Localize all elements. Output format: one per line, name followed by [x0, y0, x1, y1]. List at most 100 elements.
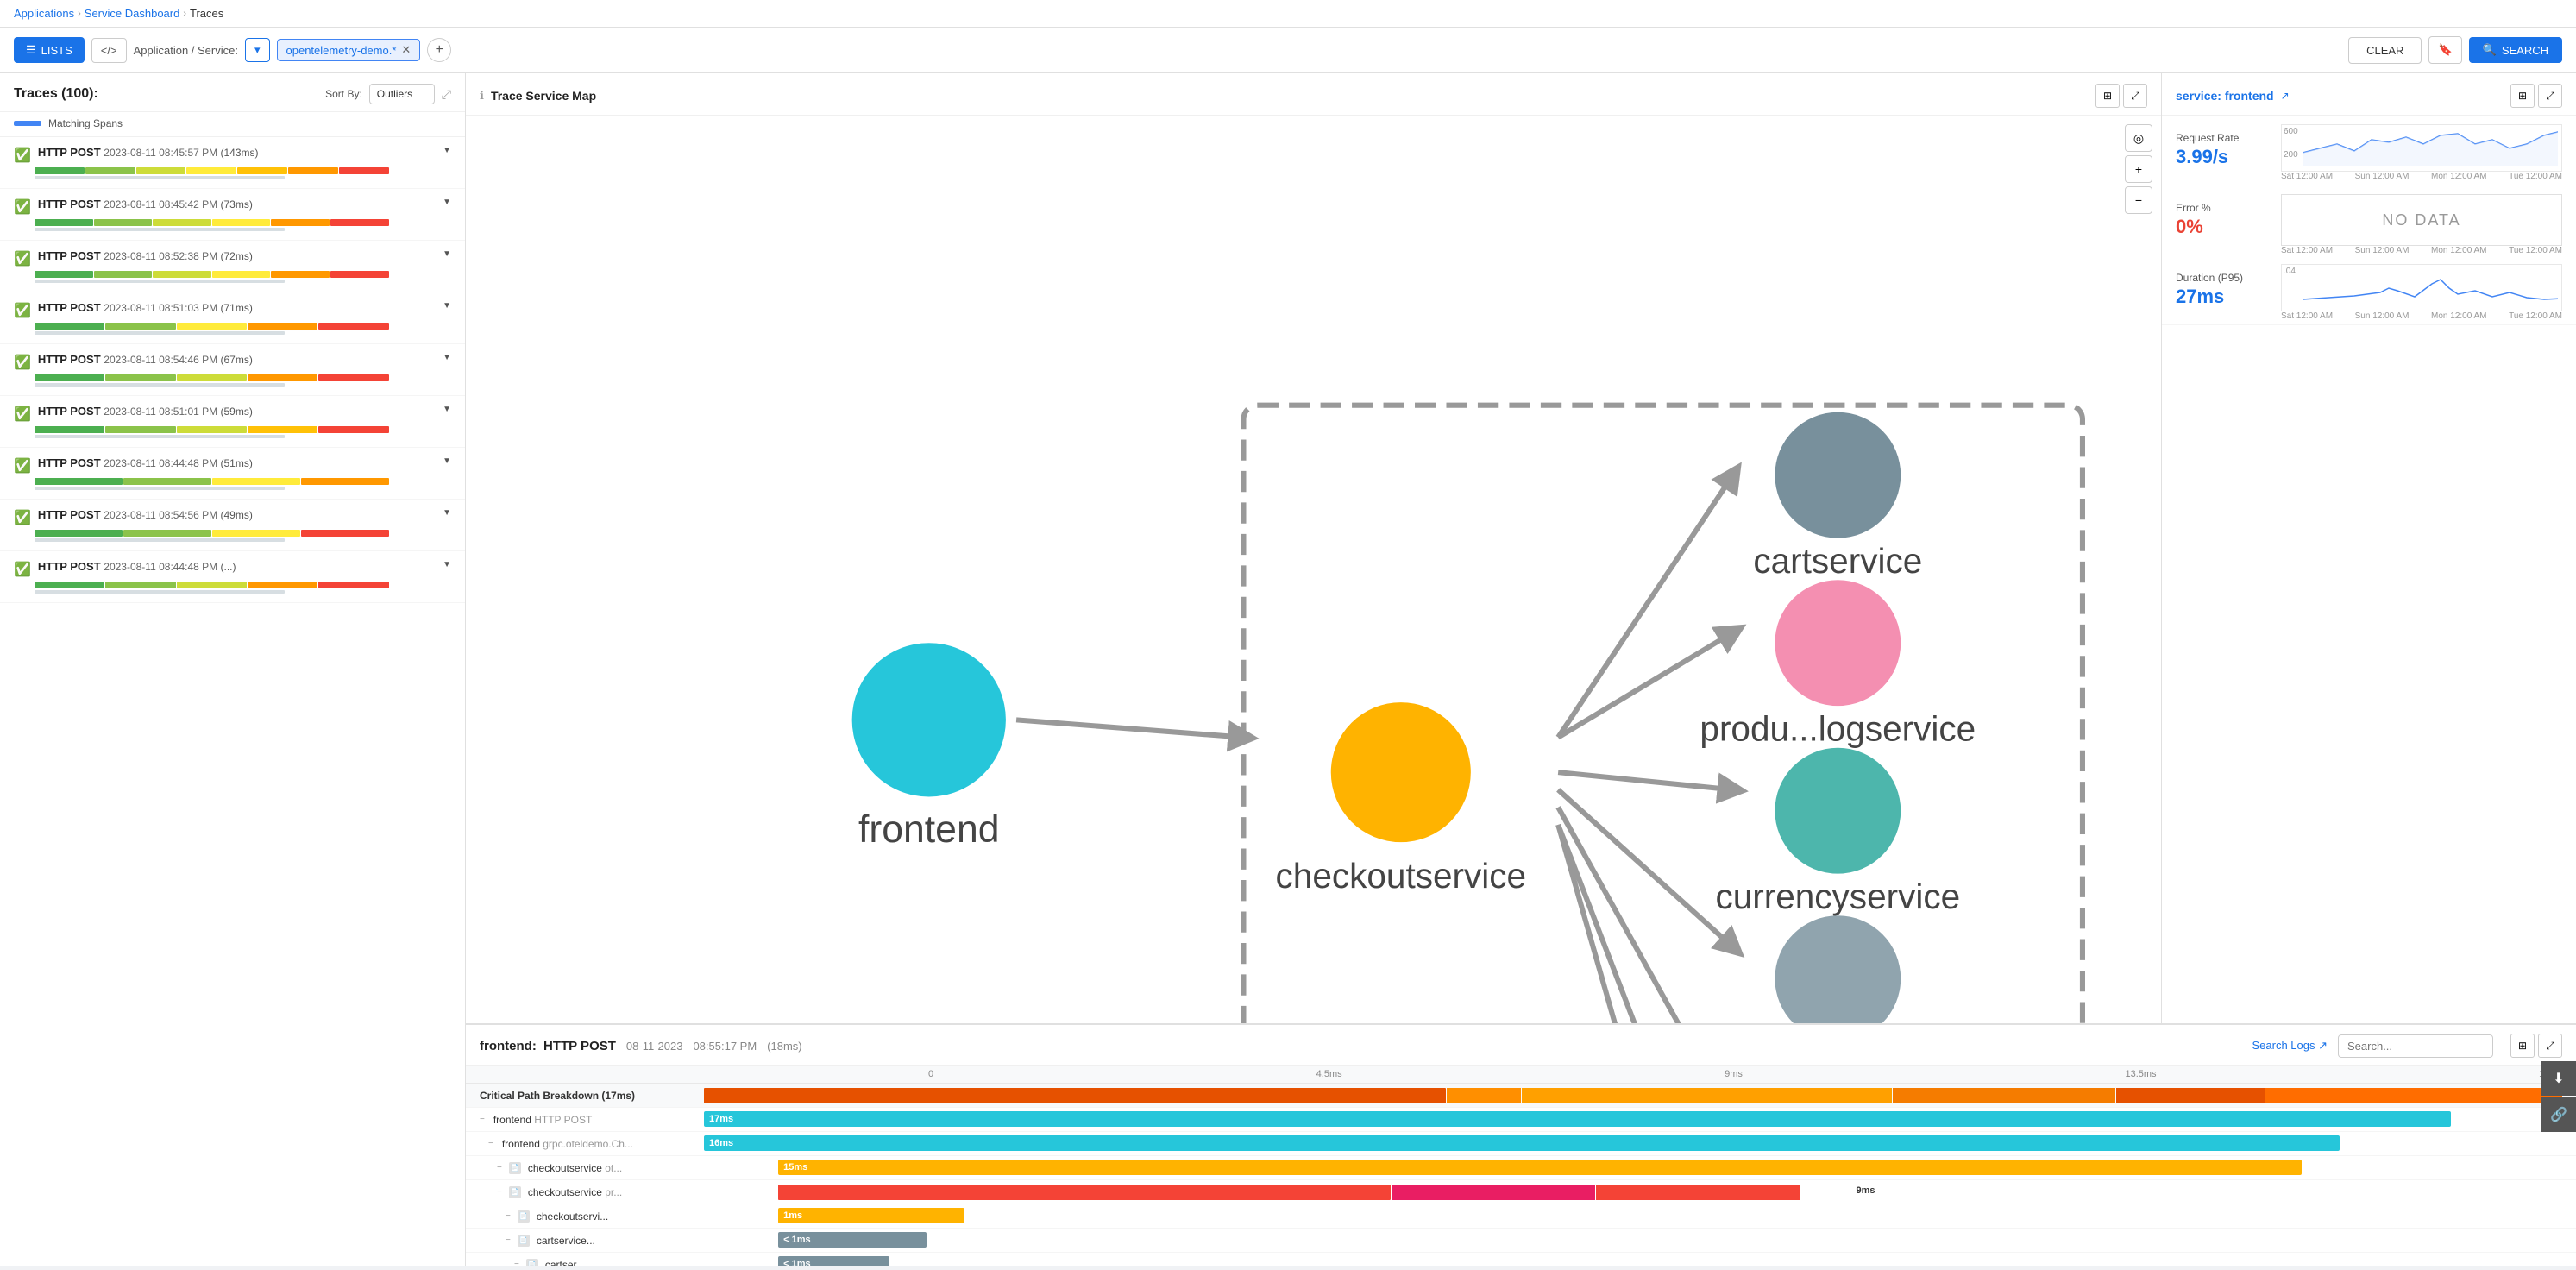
trace-info: HTTP POST 2023-08-11 08:54:56 PM (49ms): [38, 508, 436, 521]
trace-method: HTTP POST: [38, 146, 101, 159]
detail-popout-btn[interactable]: ⊞: [2510, 1034, 2535, 1058]
trace-time: 2023-08-11 08:45:42 PM (73ms): [104, 198, 253, 211]
trace-time: 2023-08-11 08:44:48 PM (...): [104, 561, 236, 573]
metric-info-request-rate: Request Rate 3.99/s: [2176, 132, 2271, 168]
metric-label-error: Error %: [2176, 202, 2271, 214]
trace-item[interactable]: ✅ HTTP POST 2023-08-11 08:51:01 PM (59ms…: [0, 396, 465, 448]
metric-row-duration: Duration (P95) 27ms .04: [2162, 255, 2576, 325]
label-frontend-post: − frontend HTTP POST: [480, 1114, 704, 1126]
trace-row-frontend-post[interactable]: − frontend HTTP POST 17ms: [466, 1108, 2576, 1132]
label-checkout-ot: − 📄 checkoutservice ot...: [480, 1162, 704, 1174]
trace-info: HTTP POST 2023-08-11 08:51:01 PM (59ms): [38, 405, 436, 418]
code-button[interactable]: </>: [91, 38, 127, 63]
timeline-13.5: 13.5ms: [2125, 1069, 2156, 1079]
trace-item[interactable]: ✅ HTTP POST 2023-08-11 08:45:42 PM (73ms…: [0, 189, 465, 241]
search-button[interactable]: 🔍 SEARCH: [2469, 37, 2562, 63]
filter-label: Application / Service:: [134, 44, 238, 57]
triangle-marker: ▼: [443, 456, 451, 466]
trace-item[interactable]: ✅ HTTP POST 2023-08-11 08:44:48 PM (...)…: [0, 551, 465, 603]
label-checkout-pr: − 📄 checkoutservice pr...: [480, 1186, 704, 1198]
map-zoom-in-btn[interactable]: +: [2125, 155, 2152, 183]
metric-info-duration: Duration (P95) 27ms: [2176, 272, 2271, 308]
map-zoom-out-btn[interactable]: −: [2125, 186, 2152, 214]
filter-value-chip[interactable]: opentelemetry-demo.* ✕: [277, 39, 421, 61]
bars-row: [35, 530, 389, 537]
svg-text:produ...logservice: produ...logservice: [1700, 709, 1976, 749]
trace-row-cartservice[interactable]: − 📄 cartservice... < 1ms: [466, 1229, 2576, 1253]
filter-close-icon[interactable]: ✕: [401, 43, 411, 57]
chart-axis-error: Sat 12:00 AM Sun 12:00 AM Mon 12:00 AM T…: [2281, 246, 2562, 255]
trace-method: HTTP POST: [38, 301, 101, 314]
bars-row: [35, 323, 389, 330]
external-link-icon[interactable]: ↗: [2281, 90, 2290, 102]
trace-row-critical[interactable]: Critical Path Breakdown (17ms): [466, 1084, 2576, 1108]
map-target-btn[interactable]: ◎: [2125, 124, 2152, 152]
trace-item[interactable]: ✅ HTTP POST 2023-08-11 08:54:46 PM (67ms…: [0, 344, 465, 396]
trace-row-frontend-grpc[interactable]: − frontend grpc.oteldemo.Ch... 16ms: [466, 1132, 2576, 1156]
trace-row-checkoutservi[interactable]: − 📄 checkoutservi... 1ms: [466, 1204, 2576, 1229]
sub-bar: [35, 331, 285, 335]
trace-map-svg: frontend checkoutservice cartservice pro…: [474, 124, 2152, 1023]
bar-cartservice: < 1ms: [704, 1232, 2562, 1249]
filter-dropdown[interactable]: ▾: [245, 38, 270, 62]
check-icon: ✅: [14, 509, 31, 526]
breadcrumb-current: Traces: [190, 7, 223, 20]
trace-info: HTTP POST 2023-08-11 08:45:42 PM (73ms): [38, 198, 436, 211]
breadcrumb: Applications › Service Dashboard › Trace…: [0, 0, 2576, 28]
clear-button[interactable]: CLEAR: [2348, 37, 2422, 64]
add-filter-button[interactable]: +: [427, 38, 451, 62]
detail-expand-btn[interactable]: ⤢: [2538, 1034, 2562, 1058]
map-icon-btn-1[interactable]: ⊞: [2095, 84, 2120, 108]
cart-icon-2: 📄: [526, 1259, 538, 1267]
check-icon: ✅: [14, 406, 31, 423]
sub-bar: [35, 280, 285, 283]
svg-text:checkoutservice: checkoutservice: [1276, 856, 1527, 896]
trace-row-checkout-pr[interactable]: − 📄 checkoutservice pr... 9ms: [466, 1180, 2576, 1204]
trace-row-cartser[interactable]: − 📄 cartser... < 1ms: [466, 1253, 2576, 1266]
map-expand-btn[interactable]: ⤢: [2123, 84, 2147, 108]
info-icon: ℹ: [480, 89, 484, 103]
right-panel: ℹ Trace Service Map ⊞ ⤢ ◎ + −: [466, 73, 2576, 1266]
bars-row: [35, 219, 389, 226]
lists-button[interactable]: ☰ LISTS: [14, 37, 85, 63]
fill-cartser: < 1ms: [778, 1256, 889, 1267]
triangle-marker: ▼: [443, 560, 451, 569]
trace-item[interactable]: ✅ HTTP POST 2023-08-11 08:52:38 PM (72ms…: [0, 241, 465, 292]
trace-item[interactable]: ✅ HTTP POST 2023-08-11 08:51:03 PM (71ms…: [0, 292, 465, 344]
metric-value-duration: 27ms: [2176, 286, 2271, 308]
triangle-marker: ▼: [443, 146, 451, 155]
breadcrumb-service-dashboard[interactable]: Service Dashboard: [85, 7, 180, 20]
trace-info: HTTP POST 2023-08-11 08:51:03 PM (71ms): [38, 301, 436, 314]
bookmark-button[interactable]: 🔖: [2428, 36, 2461, 64]
bars-row: [35, 582, 389, 588]
bars-row: [35, 167, 389, 174]
sparkline-request-rate: [2303, 127, 2558, 166]
label-checkoutservi: − 📄 checkoutservi...: [480, 1210, 704, 1223]
trace-item[interactable]: ✅ HTTP POST 2023-08-11 08:44:48 PM (51ms…: [0, 448, 465, 500]
trace-search-input[interactable]: [2338, 1034, 2493, 1058]
trace-row-checkout-ot[interactable]: − 📄 checkoutservice ot... 15ms: [466, 1156, 2576, 1180]
map-svg-container: ◎ + −: [466, 116, 2161, 1023]
trace-bars: [35, 426, 451, 438]
download-btn[interactable]: ⬇: [2541, 1061, 2576, 1096]
trace-item[interactable]: ✅ HTTP POST 2023-08-11 08:54:56 PM (49ms…: [0, 500, 465, 551]
search-logs-button[interactable]: Search Logs ↗: [2252, 1039, 2328, 1053]
trace-item[interactable]: ✅ HTTP POST 2023-08-11 08:45:57 PM (143m…: [0, 137, 465, 189]
fill-frontend-grpc: 16ms: [704, 1135, 2340, 1151]
traces-list: ✅ HTTP POST 2023-08-11 08:45:57 PM (143m…: [0, 137, 465, 1266]
service-popout-btn[interactable]: ⊞: [2510, 84, 2535, 108]
svg-text:frontend: frontend: [858, 808, 1000, 851]
triangle-marker: ▼: [443, 405, 451, 414]
trace-bars: [35, 582, 451, 594]
link-btn[interactable]: 🔗: [2541, 1097, 2576, 1132]
trace-time: 2023-08-11 08:52:38 PM (72ms): [104, 250, 253, 262]
sort-select[interactable]: Outliers Newest Duration: [369, 84, 435, 104]
breadcrumb-applications[interactable]: Applications: [14, 7, 74, 20]
trace-method: HTTP POST: [38, 249, 101, 262]
service-expand-btn[interactable]: ⤢: [2538, 84, 2562, 108]
expand-icon[interactable]: ⤢: [442, 87, 451, 102]
check-icon: ✅: [14, 561, 31, 578]
trace-map-panel: ℹ Trace Service Map ⊞ ⤢ ◎ + −: [466, 73, 2162, 1023]
trace-bars: [35, 167, 451, 179]
trace-method: HTTP POST: [38, 508, 101, 521]
